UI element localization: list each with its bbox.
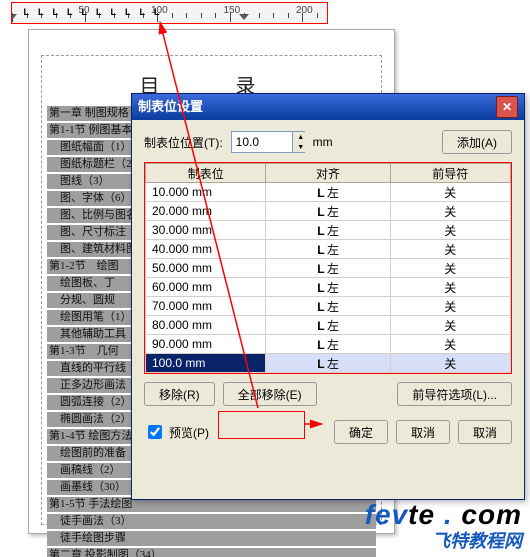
cell-align[interactable]: L左 (266, 278, 390, 297)
align-left-icon: L (317, 262, 325, 276)
table-row[interactable]: 100.0 mmL左关 (146, 354, 511, 373)
remove-all-button[interactable]: 全部移除(E) (223, 382, 317, 406)
brand-fev: fev (365, 499, 408, 530)
cell-align[interactable]: L左 (266, 316, 390, 335)
tab-position-input[interactable] (232, 133, 292, 151)
table-row[interactable]: 70.000 mmL左关 (146, 297, 511, 316)
ruler-tab-marker[interactable]: L (24, 7, 30, 17)
cell-position[interactable]: 20.000 mm (146, 202, 266, 221)
cell-align[interactable]: L左 (266, 183, 390, 202)
tab-stops-table-wrap: 制表位 对齐 前导符 10.000 mmL左关20.000 mmL左关30.00… (144, 162, 512, 374)
cell-align[interactable]: L左 (266, 297, 390, 316)
watermark-brand: fevte . com 飞特教程网 (365, 499, 522, 553)
ruler-tab-marker[interactable]: L (125, 7, 131, 17)
ruler-number: 150 (224, 5, 241, 16)
cell-align[interactable]: L左 (266, 202, 390, 221)
cell-position[interactable]: 10.000 mm (146, 183, 266, 202)
cell-align[interactable]: L左 (266, 240, 390, 259)
preview-checkbox-label[interactable]: 预览(P) (144, 422, 209, 442)
tab-stops-table[interactable]: 制表位 对齐 前导符 10.000 mmL左关20.000 mmL左关30.00… (145, 163, 511, 373)
ruler-tab-marker[interactable]: L (67, 7, 73, 17)
toc-line: 徒手画法（3） (47, 514, 376, 529)
add-button[interactable]: 添加(A) (442, 130, 512, 154)
cell-align[interactable]: L左 (266, 259, 390, 278)
cell-position[interactable]: 100.0 mm (146, 354, 266, 373)
remove-button[interactable]: 移除(R) (144, 382, 215, 406)
cell-position[interactable]: 90.000 mm (146, 335, 266, 354)
table-row[interactable]: 80.000 mmL左关 (146, 316, 511, 335)
brand-com: com (461, 499, 522, 530)
tab-position-label: 制表位位置(T): (144, 134, 223, 151)
cell-leader[interactable]: 关 (390, 183, 510, 202)
cell-position[interactable]: 80.000 mm (146, 316, 266, 335)
table-row[interactable]: 60.000 mmL左关 (146, 278, 511, 297)
align-left-icon: L (317, 205, 325, 219)
horizontal-ruler[interactable]: 50100150200LLLLLLLLLL (11, 2, 328, 24)
cell-position[interactable]: 70.000 mm (146, 297, 266, 316)
unit-label: mm (313, 135, 333, 149)
ruler-tab-marker[interactable]: L (82, 7, 88, 17)
preview-checkbox[interactable] (148, 425, 162, 439)
cell-position[interactable]: 60.000 mm (146, 278, 266, 297)
toc-line: 徒手绘图步骤 (47, 531, 376, 546)
toc-line: 第二章 投影制图（34） (47, 548, 376, 557)
align-left-icon: L (317, 357, 325, 371)
align-left-icon: L (317, 243, 325, 257)
col-header-leader[interactable]: 前导符 (390, 164, 510, 183)
col-header-position[interactable]: 制表位 (146, 164, 266, 183)
ruler-tab-marker[interactable]: L (96, 7, 102, 17)
indent-marker[interactable] (239, 14, 249, 20)
table-row[interactable]: 10.000 mmL左关 (146, 183, 511, 202)
cell-leader[interactable]: 关 (390, 278, 510, 297)
align-left-icon: L (317, 186, 325, 200)
table-row[interactable]: 50.000 mmL左关 (146, 259, 511, 278)
align-left-icon: L (317, 338, 325, 352)
cell-align[interactable]: L左 (266, 221, 390, 240)
cell-position[interactable]: 50.000 mm (146, 259, 266, 278)
ruler-tab-marker[interactable]: L (140, 7, 146, 17)
table-row[interactable]: 40.000 mmL左关 (146, 240, 511, 259)
ruler-tab-marker[interactable]: L (53, 7, 59, 17)
indent-marker[interactable] (12, 14, 17, 20)
spin-down-button[interactable]: ▼ (292, 142, 309, 152)
preview-label-text: 预览(P) (169, 424, 209, 441)
spin-up-button[interactable]: ▲ (292, 132, 309, 142)
dialog-title: 制表位设置 (138, 94, 203, 120)
cell-leader[interactable]: 关 (390, 221, 510, 240)
ok-button[interactable]: 确定 (334, 420, 388, 444)
ruler-tab-marker[interactable]: L (38, 7, 44, 17)
cell-align[interactable]: L左 (266, 335, 390, 354)
cell-leader[interactable]: 关 (390, 240, 510, 259)
align-left-icon: L (317, 300, 325, 314)
cell-leader[interactable]: 关 (390, 259, 510, 278)
tab-position-spinner[interactable]: ▲ ▼ (231, 131, 305, 153)
ruler-number: 200 (296, 5, 313, 16)
ruler-tab-marker[interactable]: L (111, 7, 117, 17)
align-left-icon: L (317, 281, 325, 295)
cell-leader[interactable]: 关 (390, 316, 510, 335)
dialog-titlebar[interactable]: 制表位设置 ✕ (132, 94, 524, 120)
cell-leader[interactable]: 关 (390, 297, 510, 316)
close-icon: ✕ (502, 94, 512, 120)
align-left-icon: L (317, 224, 325, 238)
table-row[interactable]: 90.000 mmL左关 (146, 335, 511, 354)
tab-stops-dialog: 制表位设置 ✕ 制表位位置(T): ▲ ▼ mm 添加(A) (131, 93, 525, 500)
cell-leader[interactable]: 关 (390, 335, 510, 354)
cancel-button[interactable]: 取消 (396, 420, 450, 444)
table-row[interactable]: 30.000 mmL左关 (146, 221, 511, 240)
cell-leader[interactable]: 关 (390, 202, 510, 221)
align-left-icon: L (317, 319, 325, 333)
cell-align[interactable]: L左 (266, 354, 390, 373)
close-button[interactable]: ✕ (496, 96, 518, 118)
brand-te: te (408, 499, 435, 530)
leader-options-button[interactable]: 前导符选项(L)... (397, 382, 512, 406)
cell-leader[interactable]: 关 (390, 354, 510, 373)
cell-position[interactable]: 40.000 mm (146, 240, 266, 259)
col-header-align[interactable]: 对齐 (266, 164, 390, 183)
cancel-button-2[interactable]: 取消 (458, 420, 512, 444)
brand-dot: . (435, 499, 461, 530)
table-row[interactable]: 20.000 mmL左关 (146, 202, 511, 221)
ruler-tab-marker[interactable]: L (154, 7, 160, 17)
cell-position[interactable]: 30.000 mm (146, 221, 266, 240)
